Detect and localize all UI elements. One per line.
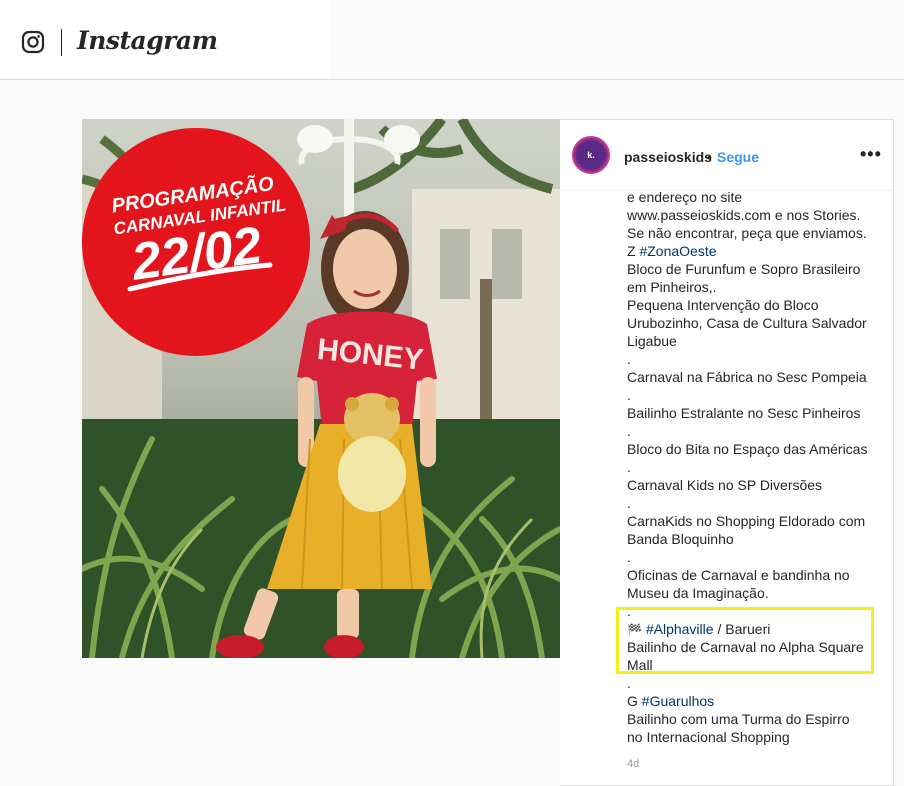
caption-line: . [627,495,631,511]
region-letter: Z [627,243,640,259]
caption-line: www.passeioskids.com e nos Stories. [627,207,861,223]
caption-line: Bloco de Furunfum e Sopro Brasileiro [627,261,861,277]
caption-line: Oficinas de Carnaval e bandinha no [627,567,850,583]
caption-line: Carnaval Kids no SP Diversões [627,477,823,493]
caption-line: . [627,387,631,403]
caption-line: Bailinho com uma Turma do Espirro [627,711,850,727]
more-options-icon[interactable]: ••• [860,144,882,165]
follow-button[interactable]: Segue [717,149,759,165]
caption-line: Carnaval na Fábrica no Sesc Pompeia [627,369,867,385]
post-image[interactable]: HONEY PROGRAMAÇÃO CARNAVAL INFANTIL 22/0… [82,119,560,658]
caption-line: Pequena Intervenção do Bloco [627,297,819,313]
post-header: k. passeioskids • Segue ••• [560,120,893,191]
caption-line: . [627,351,631,367]
hashtag-zona-oeste[interactable]: #ZonaOeste [639,243,716,259]
caption-line: Ligabue [627,333,677,349]
checkered-flag-icon: 🏁 [627,623,642,637]
region-letter: G [627,693,642,709]
hashtag-guarulhos[interactable]: #Guarulhos [642,693,714,709]
avatar-logo: k. [576,140,606,170]
caption-line: Bailinho de Carnaval no Alpha Square [627,639,864,655]
username-link[interactable]: passeioskids [624,149,712,165]
hashtag-alphaville[interactable]: #Alphaville [646,621,714,637]
caption-line: . [627,459,631,475]
post-details-panel: k. passeioskids • Segue ••• e endereço n… [560,119,894,786]
post-caption: e endereço no site www.passeioskids.com … [627,188,877,768]
caption-line: Museu da Imaginação. [627,585,769,601]
instagram-wordmark[interactable]: Instagram [77,26,218,55]
top-navigation-bar: Instagram [0,0,904,80]
caption-line: . [627,423,631,439]
caption-line: no Internacional Shopping [627,729,790,745]
caption-line: em Pinheiros,. [627,279,717,295]
header-separator: • [707,149,712,165]
caption-line: CarnaKids no Shopping Eldorado com [627,513,866,529]
instagram-camera-icon[interactable] [21,30,45,54]
location-suffix: / Barueri [713,621,771,637]
caption-line: Bailinho Estralante no Sesc Pinheiros [627,405,861,421]
caption-line: Z #ZonaOeste [627,242,877,260]
caption-line: . [627,549,631,565]
logo-divider [61,29,62,56]
caption-line: Se não encontrar, peça que enviamos. [627,225,867,241]
caption-line: . [627,603,631,619]
caption-line: . [627,675,631,691]
caption-line: Bloco do Bita no Espaço das Américas [627,441,868,457]
caption-line: Mall [627,657,653,673]
avatar[interactable]: k. [572,136,610,174]
caption-line: Banda Bloquinho [627,531,734,547]
post-timestamp[interactable]: 4d [627,758,639,770]
caption-line: e endereço no site [627,189,743,205]
caption-line: G #Guarulhos [627,692,877,710]
caption-line: Urubozinho, Casa de Cultura Salvador [627,315,867,331]
caption-line: 🏁 #Alphaville / Barueri [627,620,877,638]
